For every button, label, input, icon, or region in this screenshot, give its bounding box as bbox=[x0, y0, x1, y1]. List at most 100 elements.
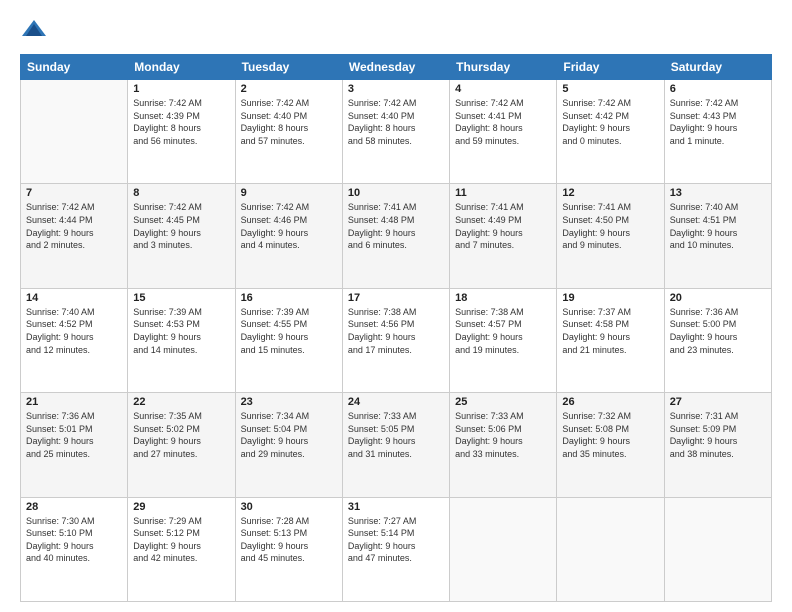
day-number: 17 bbox=[348, 292, 444, 304]
logo-icon bbox=[20, 16, 48, 44]
calendar-cell: 21 Sunrise: 7:36 AMSunset: 5:01 PMDayligh… bbox=[21, 393, 128, 497]
day-info: Sunrise: 7:39 AMSunset: 4:55 PMDaylight:… bbox=[241, 306, 337, 356]
calendar-cell: 26 Sunrise: 7:32 AMSunset: 5:08 PMDayligh… bbox=[557, 393, 664, 497]
day-number: 2 bbox=[241, 83, 337, 95]
day-number: 29 bbox=[133, 501, 229, 513]
day-info: Sunrise: 7:42 AMSunset: 4:45 PMDaylight:… bbox=[133, 201, 229, 251]
calendar-cell: 4 Sunrise: 7:42 AMSunset: 4:41 PMDaylight… bbox=[450, 80, 557, 184]
header bbox=[20, 16, 772, 44]
day-info: Sunrise: 7:33 AMSunset: 5:05 PMDaylight:… bbox=[348, 410, 444, 460]
day-info: Sunrise: 7:40 AMSunset: 4:52 PMDaylight:… bbox=[26, 306, 122, 356]
weekday-friday: Friday bbox=[557, 55, 664, 80]
calendar-cell: 15 Sunrise: 7:39 AMSunset: 4:53 PMDayligh… bbox=[128, 288, 235, 392]
calendar-cell: 17 Sunrise: 7:38 AMSunset: 4:56 PMDayligh… bbox=[342, 288, 449, 392]
weekday-wednesday: Wednesday bbox=[342, 55, 449, 80]
day-info: Sunrise: 7:33 AMSunset: 5:06 PMDaylight:… bbox=[455, 410, 551, 460]
day-number: 7 bbox=[26, 187, 122, 199]
calendar-week-3: 21 Sunrise: 7:36 AMSunset: 5:01 PMDayligh… bbox=[21, 393, 772, 497]
day-number: 31 bbox=[348, 501, 444, 513]
day-info: Sunrise: 7:38 AMSunset: 4:57 PMDaylight:… bbox=[455, 306, 551, 356]
day-number: 14 bbox=[26, 292, 122, 304]
day-number: 8 bbox=[133, 187, 229, 199]
day-number: 21 bbox=[26, 396, 122, 408]
calendar-cell: 28 Sunrise: 7:30 AMSunset: 5:10 PMDayligh… bbox=[21, 497, 128, 601]
day-info: Sunrise: 7:42 AMSunset: 4:40 PMDaylight:… bbox=[348, 97, 444, 147]
weekday-saturday: Saturday bbox=[664, 55, 771, 80]
day-info: Sunrise: 7:36 AMSunset: 5:01 PMDaylight:… bbox=[26, 410, 122, 460]
calendar-week-0: 1Sunrise: 7:42 AMSunset: 4:39 PMDaylight… bbox=[21, 80, 772, 184]
calendar-cell bbox=[450, 497, 557, 601]
calendar-cell: 1Sunrise: 7:42 AMSunset: 4:39 PMDaylight… bbox=[128, 80, 235, 184]
calendar-table: SundayMondayTuesdayWednesdayThursdayFrid… bbox=[20, 54, 772, 602]
calendar-cell bbox=[21, 80, 128, 184]
day-info: Sunrise: 7:41 AMSunset: 4:49 PMDaylight:… bbox=[455, 201, 551, 251]
day-number: 9 bbox=[241, 187, 337, 199]
day-number: 19 bbox=[562, 292, 658, 304]
day-number: 1 bbox=[133, 83, 229, 95]
day-info: Sunrise: 7:41 AMSunset: 4:48 PMDaylight:… bbox=[348, 201, 444, 251]
calendar-cell: 10 Sunrise: 7:41 AMSunset: 4:48 PMDayligh… bbox=[342, 184, 449, 288]
calendar-cell: 25 Sunrise: 7:33 AMSunset: 5:06 PMDayligh… bbox=[450, 393, 557, 497]
day-number: 13 bbox=[670, 187, 766, 199]
day-info: Sunrise: 7:37 AMSunset: 4:58 PMDaylight:… bbox=[562, 306, 658, 356]
calendar-cell: 5 Sunrise: 7:42 AMSunset: 4:42 PMDaylight… bbox=[557, 80, 664, 184]
day-number: 30 bbox=[241, 501, 337, 513]
day-number: 22 bbox=[133, 396, 229, 408]
day-number: 15 bbox=[133, 292, 229, 304]
calendar-cell: 29Sunrise: 7:29 AMSunset: 5:12 PMDayligh… bbox=[128, 497, 235, 601]
calendar-cell: 20 Sunrise: 7:36 AMSunset: 5:00 PMDayligh… bbox=[664, 288, 771, 392]
day-info: Sunrise: 7:41 AMSunset: 4:50 PMDaylight:… bbox=[562, 201, 658, 251]
day-number: 23 bbox=[241, 396, 337, 408]
calendar-cell: 22 Sunrise: 7:35 AMSunset: 5:02 PMDayligh… bbox=[128, 393, 235, 497]
day-info: Sunrise: 7:42 AMSunset: 4:46 PMDaylight:… bbox=[241, 201, 337, 251]
day-number: 6 bbox=[670, 83, 766, 95]
calendar-cell: 30 Sunrise: 7:28 AMSunset: 5:13 PMDayligh… bbox=[235, 497, 342, 601]
day-number: 10 bbox=[348, 187, 444, 199]
day-info: Sunrise: 7:32 AMSunset: 5:08 PMDaylight:… bbox=[562, 410, 658, 460]
page: SundayMondayTuesdayWednesdayThursdayFrid… bbox=[0, 0, 792, 612]
weekday-thursday: Thursday bbox=[450, 55, 557, 80]
calendar-cell: 31Sunrise: 7:27 AMSunset: 5:14 PMDayligh… bbox=[342, 497, 449, 601]
calendar-cell: 19 Sunrise: 7:37 AMSunset: 4:58 PMDayligh… bbox=[557, 288, 664, 392]
calendar-week-2: 14 Sunrise: 7:40 AMSunset: 4:52 PMDayligh… bbox=[21, 288, 772, 392]
weekday-sunday: Sunday bbox=[21, 55, 128, 80]
calendar-cell: 2 Sunrise: 7:42 AMSunset: 4:40 PMDaylight… bbox=[235, 80, 342, 184]
calendar-cell: 23 Sunrise: 7:34 AMSunset: 5:04 PMDayligh… bbox=[235, 393, 342, 497]
calendar-week-1: 7Sunrise: 7:42 AMSunset: 4:44 PMDaylight… bbox=[21, 184, 772, 288]
day-number: 27 bbox=[670, 396, 766, 408]
day-number: 26 bbox=[562, 396, 658, 408]
day-number: 16 bbox=[241, 292, 337, 304]
day-number: 28 bbox=[26, 501, 122, 513]
calendar-cell: 8 Sunrise: 7:42 AMSunset: 4:45 PMDaylight… bbox=[128, 184, 235, 288]
day-info: Sunrise: 7:42 AMSunset: 4:43 PMDaylight:… bbox=[670, 97, 766, 147]
day-info: Sunrise: 7:34 AMSunset: 5:04 PMDaylight:… bbox=[241, 410, 337, 460]
day-info: Sunrise: 7:42 AMSunset: 4:41 PMDaylight:… bbox=[455, 97, 551, 147]
day-info: Sunrise: 7:28 AMSunset: 5:13 PMDaylight:… bbox=[241, 515, 337, 565]
calendar-cell: 14 Sunrise: 7:40 AMSunset: 4:52 PMDayligh… bbox=[21, 288, 128, 392]
calendar-cell: 24Sunrise: 7:33 AMSunset: 5:05 PMDayligh… bbox=[342, 393, 449, 497]
calendar-cell: 7Sunrise: 7:42 AMSunset: 4:44 PMDaylight… bbox=[21, 184, 128, 288]
day-number: 5 bbox=[562, 83, 658, 95]
day-info: Sunrise: 7:40 AMSunset: 4:51 PMDaylight:… bbox=[670, 201, 766, 251]
weekday-header-row: SundayMondayTuesdayWednesdayThursdayFrid… bbox=[21, 55, 772, 80]
day-info: Sunrise: 7:30 AMSunset: 5:10 PMDaylight:… bbox=[26, 515, 122, 565]
calendar-cell: 9 Sunrise: 7:42 AMSunset: 4:46 PMDaylight… bbox=[235, 184, 342, 288]
day-info: Sunrise: 7:31 AMSunset: 5:09 PMDaylight:… bbox=[670, 410, 766, 460]
day-number: 4 bbox=[455, 83, 551, 95]
calendar-week-4: 28 Sunrise: 7:30 AMSunset: 5:10 PMDayligh… bbox=[21, 497, 772, 601]
day-info: Sunrise: 7:42 AMSunset: 4:42 PMDaylight:… bbox=[562, 97, 658, 147]
day-info: Sunrise: 7:35 AMSunset: 5:02 PMDaylight:… bbox=[133, 410, 229, 460]
weekday-monday: Monday bbox=[128, 55, 235, 80]
day-info: Sunrise: 7:39 AMSunset: 4:53 PMDaylight:… bbox=[133, 306, 229, 356]
calendar-cell: 18Sunrise: 7:38 AMSunset: 4:57 PMDayligh… bbox=[450, 288, 557, 392]
calendar-cell bbox=[557, 497, 664, 601]
day-info: Sunrise: 7:36 AMSunset: 5:00 PMDaylight:… bbox=[670, 306, 766, 356]
day-info: Sunrise: 7:42 AMSunset: 4:40 PMDaylight:… bbox=[241, 97, 337, 147]
calendar-cell: 16 Sunrise: 7:39 AMSunset: 4:55 PMDayligh… bbox=[235, 288, 342, 392]
day-info: Sunrise: 7:38 AMSunset: 4:56 PMDaylight:… bbox=[348, 306, 444, 356]
calendar-cell: 6 Sunrise: 7:42 AMSunset: 4:43 PMDaylight… bbox=[664, 80, 771, 184]
day-number: 25 bbox=[455, 396, 551, 408]
day-number: 12 bbox=[562, 187, 658, 199]
day-number: 20 bbox=[670, 292, 766, 304]
calendar-cell: 13 Sunrise: 7:40 AMSunset: 4:51 PMDayligh… bbox=[664, 184, 771, 288]
